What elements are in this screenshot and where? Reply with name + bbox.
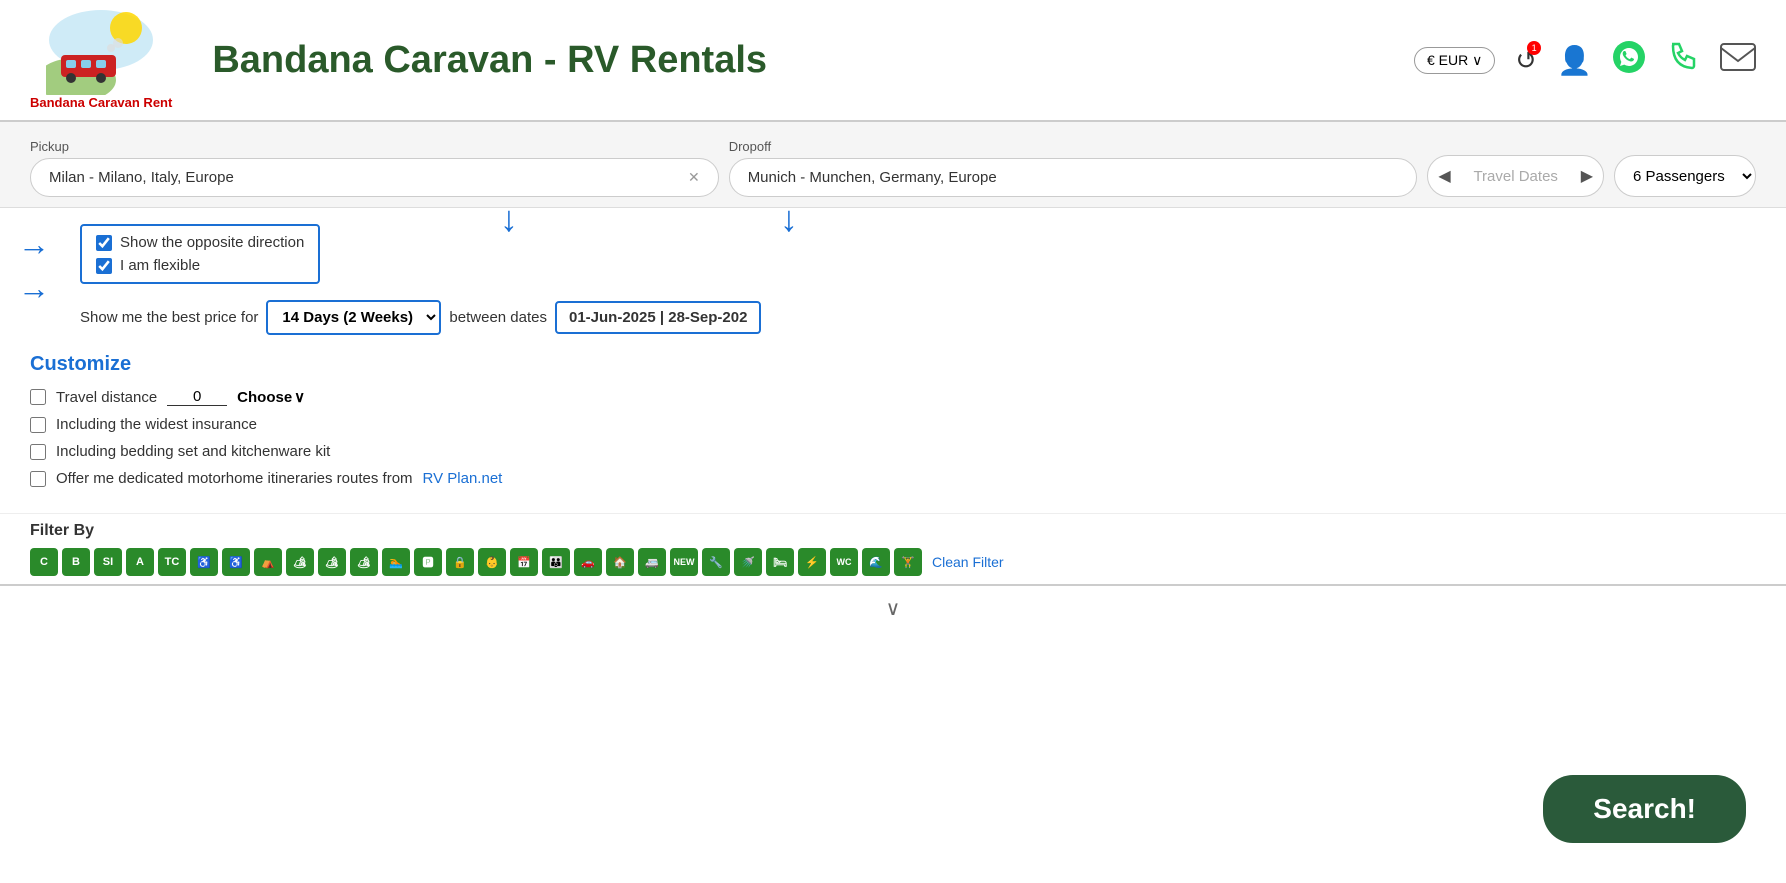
travel-distance-label[interactable]: Travel distance xyxy=(56,389,157,406)
itineraries-checkbox[interactable] xyxy=(30,471,46,487)
filter-icon-lock[interactable]: 🔒 xyxy=(446,548,474,576)
chevron-down-icon: ∨ xyxy=(886,598,901,620)
between-text: between dates xyxy=(449,309,547,326)
filter-icon-wrench[interactable]: 🔧 xyxy=(702,548,730,576)
filter-icon-baby[interactable]: 👶 xyxy=(478,548,506,576)
search-btn-container: Search! xyxy=(1543,775,1746,843)
bedding-label[interactable]: Including bedding set and kitchenware ki… xyxy=(56,443,330,460)
flexible-label[interactable]: I am flexible xyxy=(120,257,200,274)
header: Bandana Caravan Rent Bandana Caravan - R… xyxy=(0,0,1786,122)
filter-icon-SI[interactable]: SI xyxy=(94,548,122,576)
filter-icon-camp3[interactable]: 🏕 xyxy=(350,548,378,576)
filter-icon-tent[interactable]: ⛺ xyxy=(254,548,282,576)
filter-area: Filter By C B SI A TC ♿ ♿ ⛺ 🏕 🏕 🏕 🏊 🅿 🔒 … xyxy=(0,513,1786,584)
next-date-btn[interactable]: ▶ xyxy=(1581,166,1593,186)
customize-title: Customize xyxy=(30,353,1756,376)
search-fields: Pickup Milan - Milano, Italy, Europe ✕ D… xyxy=(30,136,1756,197)
bedding-option: Including bedding set and kitchenware ki… xyxy=(30,443,1756,460)
pickup-label: Pickup xyxy=(30,139,719,154)
filter-icon-wc[interactable]: WC xyxy=(830,548,858,576)
rv-plan-link[interactable]: RV Plan.net xyxy=(423,470,503,487)
filter-title: Filter By xyxy=(30,522,1756,540)
arrow-indicator-2: → xyxy=(18,270,50,307)
filter-icon-home[interactable]: 🏠 xyxy=(606,548,634,576)
site-title: Bandana Caravan - RV Rentals xyxy=(212,39,1414,82)
best-price-text: Show me the best price for xyxy=(80,309,258,326)
filter-icon-park[interactable]: 🅿 xyxy=(414,548,442,576)
filter-icon-family[interactable]: 👪 xyxy=(542,548,570,576)
bedding-checkbox[interactable] xyxy=(30,444,46,460)
filter-icon-shower[interactable]: 🚿 xyxy=(734,548,762,576)
insurance-label[interactable]: Including the widest insurance xyxy=(56,416,257,433)
travel-distance-option: Travel distance Choose ∨ xyxy=(30,388,1756,406)
dates-field-group: . ◀ Travel Dates ▶ xyxy=(1427,136,1604,197)
user-icon[interactable]: 👤 xyxy=(1557,44,1592,77)
passengers-select[interactable]: 6 Passengers xyxy=(1614,155,1756,197)
filter-icon-TC[interactable]: TC xyxy=(158,548,186,576)
filter-icons-row: C B SI A TC ♿ ♿ ⛺ 🏕 🏕 🏕 🏊 🅿 🔒 👶 📅 👪 🚗 🏠 … xyxy=(30,548,1756,576)
filter-icon-lightning[interactable]: ⚡ xyxy=(798,548,826,576)
arrow-down-1: ↓ xyxy=(500,198,518,240)
mail-icon[interactable] xyxy=(1720,43,1756,78)
choose-button[interactable]: Choose ∨ xyxy=(237,388,305,406)
filter-icon-wheelchair[interactable]: ♿ xyxy=(190,548,218,576)
duration-select[interactable]: 14 Days (2 Weeks) xyxy=(266,300,441,335)
filter-icon-A[interactable]: A xyxy=(126,548,154,576)
filter-icon-wave[interactable]: 🌊 xyxy=(862,548,890,576)
filter-icon-gym[interactable]: 🏋 xyxy=(894,548,922,576)
options-area: → → Show the opposite direction I am fle… xyxy=(0,208,1786,343)
history-badge: 1 xyxy=(1527,41,1541,55)
filter-icon-car[interactable]: 🚗 xyxy=(574,548,602,576)
flexible-row: I am flexible xyxy=(96,257,304,274)
arrow-down-2: ↓ xyxy=(780,198,798,240)
filter-icon-wheelchair2[interactable]: ♿ xyxy=(222,548,250,576)
customize-area: Customize Travel distance Choose ∨ Inclu… xyxy=(0,343,1786,513)
whatsapp-icon[interactable] xyxy=(1612,40,1646,81)
options-checkbox-group: Show the opposite direction I am flexibl… xyxy=(80,224,320,284)
filter-icon-C[interactable]: C xyxy=(30,548,58,576)
footer-chevron: ∨ xyxy=(0,584,1786,631)
currency-selector[interactable]: € EUR ∨ xyxy=(1414,47,1495,74)
pickup-input[interactable]: Milan - Milano, Italy, Europe ✕ xyxy=(30,158,719,197)
search-button[interactable]: Search! xyxy=(1543,775,1746,843)
filter-icon-bed[interactable]: 🛏 xyxy=(766,548,794,576)
search-bar: Pickup Milan - Milano, Italy, Europe ✕ D… xyxy=(0,122,1786,208)
distance-input[interactable] xyxy=(167,388,227,406)
travel-dates-field[interactable]: ◀ Travel Dates ▶ xyxy=(1427,155,1604,197)
history-btn[interactable]: ↺ 1 xyxy=(1515,45,1537,76)
header-right: € EUR ∨ ↺ 1 👤 xyxy=(1414,40,1756,81)
logo-image xyxy=(46,10,156,95)
clean-filter-link[interactable]: Clean Filter xyxy=(932,554,1004,570)
flexible-checkbox[interactable] xyxy=(96,258,112,274)
filter-icon-swim[interactable]: 🏊 xyxy=(382,548,410,576)
best-price-row: Show me the best price for 14 Days (2 We… xyxy=(80,300,1756,335)
itineraries-label[interactable]: Offer me dedicated motorhome itineraries… xyxy=(56,470,413,487)
dates-display[interactable]: 01-Jun-2025 | 28-Sep-202 xyxy=(555,301,761,334)
logo-area: Bandana Caravan Rent xyxy=(30,10,172,110)
filter-icon-camp2[interactable]: 🏕 xyxy=(318,548,346,576)
pickup-clear-btn[interactable]: ✕ xyxy=(688,169,700,186)
filter-icon-B[interactable]: B xyxy=(62,548,90,576)
filter-icon-calendar[interactable]: 📅 xyxy=(510,548,538,576)
phone-icon[interactable] xyxy=(1666,40,1700,81)
travel-distance-checkbox[interactable] xyxy=(30,389,46,405)
dropoff-label: Dropoff xyxy=(729,139,1418,154)
opposite-direction-row: Show the opposite direction xyxy=(96,234,304,251)
insurance-option: Including the widest insurance xyxy=(30,416,1756,433)
travel-dates-label: Travel Dates xyxy=(1451,168,1581,185)
brand-name: Bandana Caravan Rent xyxy=(30,95,172,110)
filter-icon-van[interactable]: 🚐 xyxy=(638,548,666,576)
filter-icon-camp1[interactable]: 🏕 xyxy=(286,548,314,576)
opposite-direction-label[interactable]: Show the opposite direction xyxy=(120,234,304,251)
itineraries-option: Offer me dedicated motorhome itineraries… xyxy=(30,470,1756,487)
insurance-checkbox[interactable] xyxy=(30,417,46,433)
arrow-indicator-1: → xyxy=(18,226,50,263)
passengers-field-group: . 6 Passengers xyxy=(1614,136,1756,197)
filter-icon-new[interactable]: NEW xyxy=(670,548,698,576)
dropoff-field-group: Dropoff Munich - Munchen, Germany, Europ… xyxy=(729,139,1418,197)
opposite-direction-checkbox[interactable] xyxy=(96,235,112,251)
dropoff-input[interactable]: Munich - Munchen, Germany, Europe xyxy=(729,158,1418,197)
pickup-field-group: Pickup Milan - Milano, Italy, Europe ✕ xyxy=(30,139,719,197)
prev-date-btn[interactable]: ◀ xyxy=(1438,166,1450,186)
